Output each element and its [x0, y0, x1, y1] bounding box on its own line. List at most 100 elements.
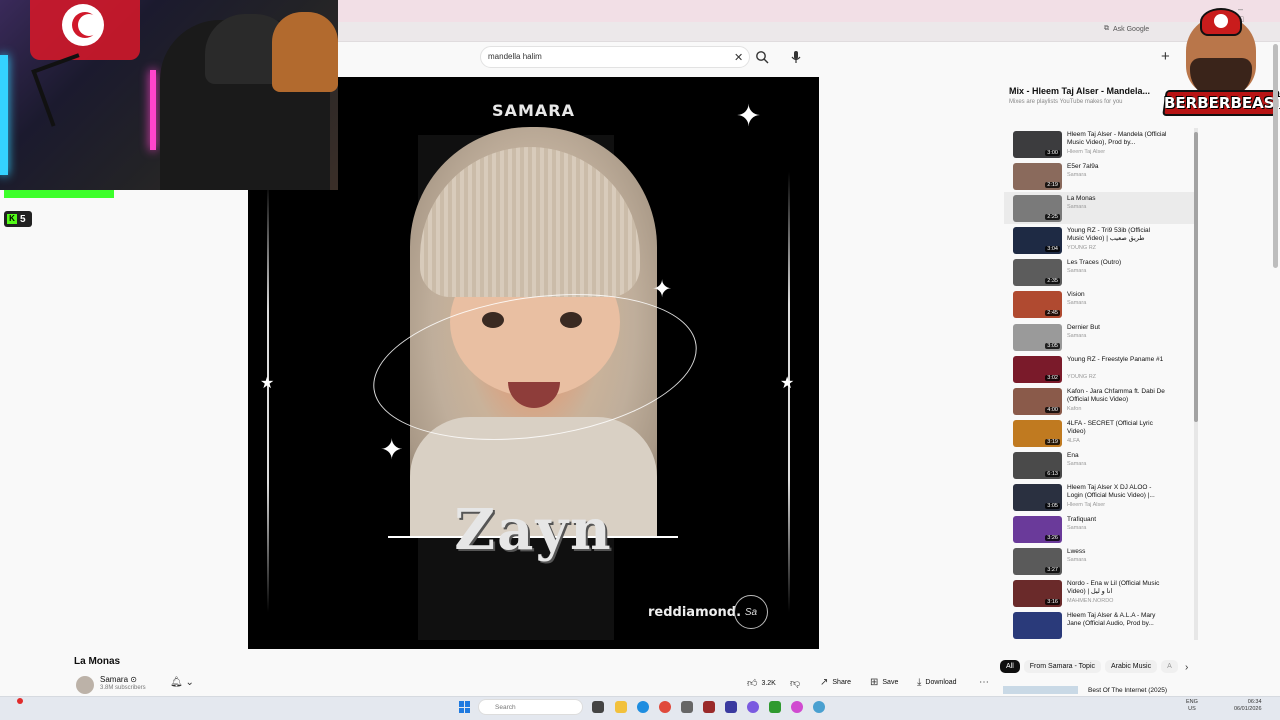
notification-bell-button[interactable]: 🔔︎ ⌄ — [170, 677, 194, 688]
ask-google-button[interactable]: ⧉ Ask Google — [1104, 25, 1149, 33]
mix-playlist: 3:00 Hleem Taj Alser - Mandela (Official … — [1004, 128, 1194, 642]
share-label: Share — [832, 679, 852, 686]
playlist-thumbnail[interactable]: 3:02 — [1013, 355, 1062, 383]
playlist-item-title[interactable]: Hleem Taj Alser X DJ ALOO - Login (Offic… — [1067, 484, 1167, 500]
playlist-item[interactable]: 3:27 Lwess Samara — [1004, 545, 1194, 577]
mix-title[interactable]: Mix - Hleem Taj Alser - Mandela... — [1009, 86, 1150, 96]
playlist-item[interactable]: 2:35 Les Traces (Outro) Samara — [1004, 256, 1194, 288]
more-actions-button[interactable]: ⋯ — [979, 677, 989, 688]
chip-all[interactable]: All — [1000, 660, 1020, 673]
start-button[interactable] — [459, 701, 471, 713]
task-view-icon[interactable] — [592, 701, 604, 713]
clear-search-icon[interactable]: ✕ — [734, 51, 743, 64]
playlist-item-title[interactable]: E5er 7al9a — [1067, 163, 1167, 171]
playlist-item[interactable]: 3:00 Hleem Taj Alser - Mandela (Official … — [1004, 128, 1194, 160]
duration-badge: 2:45 — [1045, 310, 1060, 317]
chip-more[interactable]: A — [1161, 660, 1178, 673]
app-icon[interactable] — [703, 701, 715, 713]
playlist-item-title[interactable]: Kafon - Jara Chfamma ft. Dabi De (Offici… — [1067, 388, 1167, 404]
playlist-item[interactable]: 2:19 E5er 7al9a Samara — [1004, 160, 1194, 192]
duration-badge: 3:05 — [1045, 503, 1060, 510]
chip-from-samara[interactable]: From Samara - Topic — [1023, 660, 1102, 673]
download-button[interactable]: ⤓ Download — [917, 677, 957, 688]
share-button[interactable]: ↗ Share — [820, 677, 851, 688]
playlist-item-title[interactable]: Young RZ - Tri9 53ib (Official Music Vid… — [1067, 227, 1167, 243]
playlist-item-title[interactable]: Nordo - Ena w Lil (Official Music Video)… — [1067, 580, 1167, 596]
app-icon[interactable] — [791, 701, 803, 713]
playlist-thumbnail[interactable]: 3:05 — [1013, 484, 1062, 512]
save-button[interactable]: ⊞ Save — [870, 677, 898, 688]
playlist-item[interactable]: 6:13 Ena Samara — [1004, 449, 1194, 481]
star-icon: ★ — [260, 375, 275, 392]
taskbar-search[interactable]: Search — [478, 699, 583, 715]
playlist-thumbnail[interactable]: 2:45 — [1013, 291, 1062, 319]
playlist-thumbnail[interactable] — [1013, 612, 1062, 640]
playlist-item-title[interactable]: Young RZ - Freestyle Paname #1 — [1067, 356, 1167, 364]
playlist-item-title[interactable]: Dernier But — [1067, 324, 1167, 332]
chip-arabic-music[interactable]: Arabic Music — [1105, 660, 1158, 673]
page-scrollbar[interactable] — [1273, 44, 1278, 268]
app-icon[interactable] — [769, 701, 781, 713]
duration-badge: 3:16 — [1045, 599, 1060, 606]
file-explorer-icon[interactable] — [615, 701, 627, 713]
neon-light — [150, 70, 156, 150]
playlist-item-title[interactable]: Les Traces (Outro) — [1067, 259, 1167, 267]
playlist-thumbnail[interactable]: 3:16 — [1013, 580, 1062, 608]
edge-icon[interactable] — [637, 701, 649, 713]
playlist-item[interactable]: 3:05 Hleem Taj Alser X DJ ALOO - Login (O… — [1004, 481, 1194, 513]
playlist-item[interactable]: 4:00 Kafon - Jara Chfamma ft. Dabi De (Of… — [1004, 385, 1194, 417]
up-next-thumbnail[interactable] — [1003, 686, 1078, 694]
playlist-thumbnail[interactable]: 3:26 — [1013, 516, 1062, 544]
channel-avatar[interactable] — [76, 676, 94, 694]
app-icon[interactable] — [725, 701, 737, 713]
chrome-icon[interactable] — [659, 701, 671, 713]
webcam-overlay — [0, 0, 338, 190]
playlist-thumbnail[interactable]: 6:13 — [1013, 451, 1062, 479]
microphone-icon[interactable] — [790, 50, 802, 64]
channel-name[interactable]: Samara ⊙ — [100, 675, 137, 684]
playlist-item-title[interactable]: Lwess — [1067, 548, 1167, 556]
playlist-item[interactable]: 3:19 4LFA - SECRET (Official Lyric Video)… — [1004, 417, 1194, 449]
playlist-thumbnail[interactable]: 2:35 — [1013, 259, 1062, 287]
playlist-thumbnail[interactable]: 2:25 — [1013, 195, 1062, 223]
playlist-item[interactable]: 3:05 Dernier But Samara — [1004, 321, 1194, 353]
playlist-thumbnail[interactable]: 2:19 — [1013, 163, 1062, 191]
playlist-item[interactable]: 2:45 Vision Samara — [1004, 288, 1194, 320]
playlist-item-title[interactable]: Ena — [1067, 452, 1167, 460]
weather-icon[interactable] — [17, 698, 23, 704]
playlist-item-title[interactable]: Hleem Taj Alser - Mandela (Official Musi… — [1067, 131, 1167, 147]
like-count: 3.2K — [761, 679, 776, 687]
app-icon[interactable] — [681, 701, 693, 713]
playlist-thumbnail[interactable]: 3:19 — [1013, 419, 1062, 447]
dislike-button[interactable]: 👎︎ — [790, 677, 800, 689]
taskbar-clock[interactable]: 06:34 06/01/2026 — [1234, 699, 1262, 713]
playlist-item-title[interactable]: Trafiquant — [1067, 516, 1167, 524]
playlist-item-title[interactable]: Hleem Taj Alser & A.L.A - Mary Jane (Off… — [1067, 612, 1167, 628]
playlist-item-channel: Samara — [1067, 332, 1087, 339]
playlist-item[interactable]: 3:04 Young RZ - Tri9 53ib (Official Music… — [1004, 224, 1194, 256]
playlist-item[interactable]: 3:02 Young RZ - Freestyle Paname #1 YOUNG … — [1004, 353, 1194, 385]
search-icon[interactable] — [755, 50, 769, 64]
playlist-item-title[interactable]: Vision — [1067, 291, 1167, 299]
playlist-scrollbar[interactable] — [1194, 132, 1198, 422]
playlist-item[interactable]: Hleem Taj Alser & A.L.A - Mary Jane (Off… — [1004, 609, 1194, 641]
app-icon[interactable] — [747, 701, 759, 713]
playlist-item-title[interactable]: 4LFA - SECRET (Official Lyric Video) — [1067, 420, 1167, 436]
playlist-thumbnail[interactable]: 3:27 — [1013, 548, 1062, 576]
search-input[interactable] — [488, 52, 718, 61]
language-indicator[interactable]: ENG US — [1186, 699, 1198, 713]
playlist-thumbnail[interactable]: 4:00 — [1013, 387, 1062, 415]
channel-name-text[interactable]: Samara — [100, 675, 128, 684]
playlist-thumbnail[interactable]: 3:04 — [1013, 227, 1062, 255]
up-next-title[interactable]: Best Of The Internet (2025) — [1088, 687, 1167, 694]
playlist-item-title[interactable]: La Monas — [1067, 195, 1167, 203]
playlist-item[interactable]: 2:25 La Monas Samara — [1004, 192, 1194, 225]
like-button[interactable]: 👍︎ 3.2K — [747, 677, 776, 689]
playlist-thumbnail[interactable]: 3:05 — [1013, 323, 1062, 351]
playlist-item[interactable]: 3:16 Nordo - Ena w Lil (Official Music Vi… — [1004, 577, 1194, 609]
chevron-right-icon[interactable]: › — [1185, 662, 1188, 673]
search-box[interactable]: ✕ — [480, 46, 750, 68]
playlist-thumbnail[interactable]: 3:00 — [1013, 131, 1062, 158]
app-icon[interactable] — [813, 701, 825, 713]
playlist-item[interactable]: 3:26 Trafiquant Samara — [1004, 513, 1194, 545]
